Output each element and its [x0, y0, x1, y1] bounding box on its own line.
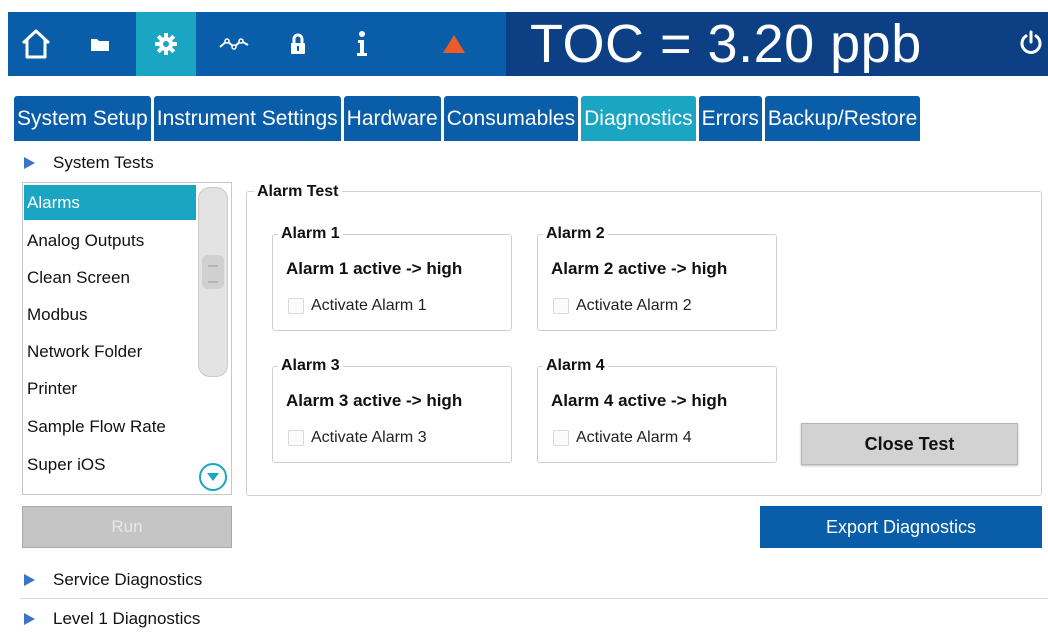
alarm-test-title: Alarm Test: [254, 183, 342, 201]
alarm-3-group: Alarm 3 active -> high Activate Alarm 3: [272, 366, 512, 463]
app-window: TOC = 3.20 ppb System Setup Instrument S…: [0, 0, 1048, 632]
toc-reading-panel: TOC = 3.20 ppb: [503, 12, 1048, 76]
scrollbar-grip-icon: [202, 255, 224, 289]
warning-button[interactable]: [426, 12, 482, 76]
tab-errors[interactable]: Errors: [698, 96, 762, 141]
alarm-4-status: Alarm 4 active -> high: [551, 391, 728, 410]
alarm-3-title: Alarm 3: [278, 357, 343, 375]
list-item-super-ios[interactable]: Super iOS: [24, 447, 196, 482]
alarm-4-group: Alarm 4 active -> high Activate Alarm 4: [537, 366, 777, 463]
tab-consumables[interactable]: Consumables: [443, 96, 579, 141]
power-icon[interactable]: [1018, 30, 1044, 56]
export-diagnostics-button[interactable]: Export Diagnostics: [760, 506, 1042, 548]
expand-arrow-icon: [24, 613, 35, 625]
home-button[interactable]: [8, 12, 64, 76]
settings-button[interactable]: [136, 12, 196, 76]
toc-reading: TOC = 3.20 ppb: [530, 14, 922, 74]
alarm-2-group: Alarm 2 active -> high Activate Alarm 2: [537, 234, 777, 331]
tab-hardware[interactable]: Hardware: [343, 96, 441, 141]
tests-list[interactable]: Alarms Analog Outputs Clean Screen Modbu…: [22, 182, 232, 495]
folder-icon: [91, 39, 109, 51]
trend-button[interactable]: [206, 12, 262, 76]
activate-alarm-1-label[interactable]: Activate Alarm 1: [311, 297, 427, 315]
divider: [20, 598, 1048, 599]
activate-alarm-2-checkbox[interactable]: [553, 298, 569, 314]
activate-alarm-4-label[interactable]: Activate Alarm 4: [576, 429, 692, 447]
scroll-down-button[interactable]: [199, 463, 227, 491]
list-item-alarms[interactable]: Alarms: [24, 185, 196, 220]
files-button[interactable]: [72, 12, 128, 76]
info-button[interactable]: [334, 12, 390, 76]
lock-icon: [291, 33, 305, 54]
list-item-network-folder[interactable]: Network Folder: [24, 334, 196, 369]
tab-diagnostics[interactable]: Diagnostics: [581, 96, 696, 141]
run-button[interactable]: Run: [22, 506, 232, 548]
lock-button[interactable]: [270, 12, 326, 76]
level1-diagnostics-header[interactable]: Level 1 Diagnostics: [24, 608, 200, 630]
alarm-3-status: Alarm 3 active -> high: [286, 391, 463, 410]
activate-alarm-1-checkbox[interactable]: [288, 298, 304, 314]
list-item-sample-flow-rate[interactable]: Sample Flow Rate: [24, 409, 196, 444]
chevron-down-icon: [207, 473, 219, 481]
alarm-1-group: Alarm 1 active -> high Activate Alarm 1: [272, 234, 512, 331]
list-item-printer[interactable]: Printer: [24, 371, 196, 406]
activate-alarm-3-label[interactable]: Activate Alarm 3: [311, 429, 427, 447]
gear-icon: [155, 33, 177, 55]
warning-icon: [443, 35, 465, 53]
tab-instrument-settings[interactable]: Instrument Settings: [153, 96, 341, 141]
alarm-2-title: Alarm 2: [543, 225, 608, 243]
main-tabs: System Setup Instrument Settings Hardwar…: [14, 96, 923, 141]
list-item-clean-screen[interactable]: Clean Screen: [24, 260, 196, 295]
close-test-button[interactable]: Close Test: [801, 423, 1018, 465]
alarm-4-title: Alarm 4: [543, 357, 608, 375]
service-diagnostics-label: Service Diagnostics: [53, 570, 203, 589]
list-item-modbus[interactable]: Modbus: [24, 297, 196, 332]
expand-arrow-icon: [24, 157, 35, 169]
activate-alarm-4-checkbox[interactable]: [553, 430, 569, 446]
list-item-analog-outputs[interactable]: Analog Outputs: [24, 223, 196, 258]
activate-alarm-2-label[interactable]: Activate Alarm 2: [576, 297, 692, 315]
system-tests-label: System Tests: [53, 153, 154, 172]
alarm-1-title: Alarm 1: [278, 225, 343, 243]
tab-backup-restore[interactable]: Backup/Restore: [764, 96, 921, 141]
level1-diagnostics-label: Level 1 Diagnostics: [53, 609, 201, 628]
info-icon: [357, 31, 367, 56]
expand-arrow-icon: [24, 574, 35, 586]
alarm-2-status: Alarm 2 active -> high: [551, 259, 728, 278]
system-tests-header[interactable]: System Tests: [24, 152, 154, 174]
trend-icon: [219, 38, 249, 50]
home-icon: [21, 29, 51, 59]
top-toolbar: TOC = 3.20 ppb: [8, 12, 1048, 76]
service-diagnostics-header[interactable]: Service Diagnostics: [24, 569, 202, 591]
tab-system-setup[interactable]: System Setup: [14, 96, 151, 141]
alarm-1-status: Alarm 1 active -> high: [286, 259, 463, 278]
activate-alarm-3-checkbox[interactable]: [288, 430, 304, 446]
